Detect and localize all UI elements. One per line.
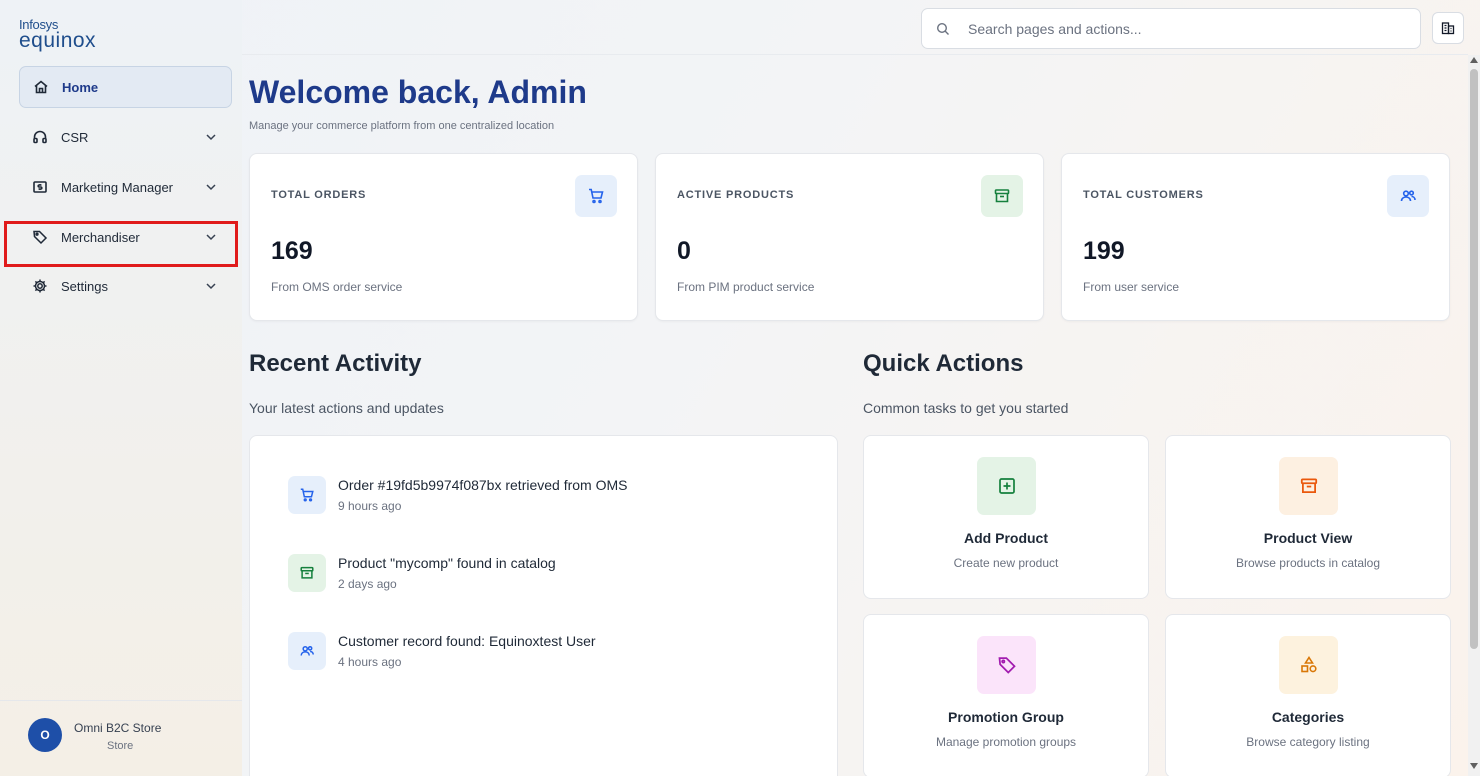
sidebar-item-marketing-manager[interactable]: Marketing Manager [19, 166, 232, 208]
store-type: Store [107, 740, 134, 752]
scroll-up-arrow-icon[interactable] [1470, 57, 1478, 63]
activity-time: 4 hours ago [338, 655, 402, 669]
sidebar-item-csr[interactable]: CSR [19, 116, 232, 158]
search-input[interactable] [968, 20, 1388, 37]
archive-icon [981, 175, 1023, 217]
quick-actions-subtitle: Common tasks to get you started [863, 400, 1069, 416]
chevron-down-icon [206, 134, 216, 141]
tag-icon [977, 636, 1036, 694]
activity-title[interactable]: Order #19fd5b9974f087bx retrieved from O… [338, 477, 628, 493]
page-title: Welcome back, Admin [249, 74, 587, 110]
headset-icon [31, 128, 49, 146]
cart-icon [288, 476, 326, 514]
recent-activity-subtitle: Your latest actions and updates [249, 400, 444, 416]
search-icon [936, 22, 949, 35]
scroll-down-arrow-icon[interactable] [1470, 763, 1478, 769]
archive-icon [288, 554, 326, 592]
activity-time: 9 hours ago [338, 499, 402, 513]
sidebar-item-label: Marketing Manager [61, 179, 173, 195]
plus-square-icon [977, 457, 1036, 515]
chevron-down-icon [206, 283, 216, 290]
stat-value: 199 [1083, 237, 1125, 265]
store-avatar[interactable]: O [28, 718, 62, 752]
cart-icon [575, 175, 617, 217]
header-divider [242, 54, 1468, 55]
quick-actions-title: Quick Actions [863, 350, 1024, 377]
quick-action-desc: Create new product [953, 556, 1059, 570]
users-icon [288, 632, 326, 670]
quick-action-add-product[interactable]: Add Product Create new product [863, 435, 1149, 599]
brand-line2: equinox [19, 29, 97, 52]
activity-title[interactable]: Customer record found: Equinoxtest User [338, 633, 596, 649]
page-subtitle: Manage your commerce platform from one c… [249, 120, 555, 132]
quick-action-product-view[interactable]: Product View Browse products in catalog [1165, 435, 1451, 599]
recent-activity-title: Recent Activity [249, 350, 422, 377]
store-name: Omni B2C Store [74, 721, 162, 735]
stat-label: TOTAL CUSTOMERS [1083, 189, 1204, 201]
stat-source: From user service [1083, 280, 1180, 294]
activity-time: 2 days ago [338, 577, 397, 591]
search-bar[interactable] [921, 8, 1421, 49]
stat-source: From PIM product service [677, 280, 815, 294]
highlight-annotation [4, 221, 238, 267]
dollar-icon [31, 178, 49, 196]
brand-logo[interactable]: Infosys equinox [19, 18, 96, 51]
quick-action-title: Product View [1263, 530, 1353, 546]
stat-label: TOTAL ORDERS [271, 189, 367, 201]
sidebar-item-label: Home [62, 79, 99, 95]
recent-activity-card: Order #19fd5b9974f087bx retrieved from O… [249, 435, 838, 776]
quick-action-categories[interactable]: Categories Browse category listing [1165, 614, 1451, 776]
stat-value: 0 [677, 237, 691, 265]
gear-icon [31, 277, 49, 295]
building-icon [1441, 22, 1455, 35]
quick-action-desc: Browse products in catalog [1235, 556, 1381, 570]
quick-action-title: Categories [1271, 709, 1345, 725]
quick-action-promotion-group[interactable]: Promotion Group Manage promotion groups [863, 614, 1149, 776]
quick-action-title: Promotion Group [948, 709, 1064, 725]
stat-label: ACTIVE PRODUCTS [677, 189, 795, 201]
activity-title[interactable]: Product "mycomp" found in catalog [338, 555, 556, 571]
sidebar-item-settings[interactable]: Settings [19, 265, 232, 307]
stat-value: 169 [271, 237, 313, 265]
scroll-thumb[interactable] [1470, 69, 1478, 649]
sidebar-item-home[interactable]: Home [19, 66, 232, 108]
stat-card-active-products: ACTIVE PRODUCTS 0 From PIM product servi… [655, 153, 1044, 321]
chevron-down-icon [206, 184, 216, 191]
sidebar: Infosys equinox Home CSR Marketing Manag… [0, 0, 242, 776]
quick-action-desc: Manage promotion groups [935, 735, 1077, 749]
home-icon [32, 78, 50, 96]
sidebar-item-label: CSR [61, 129, 89, 145]
quick-action-title: Add Product [964, 530, 1048, 546]
stat-source: From OMS order service [271, 280, 403, 294]
stat-card-total-customers: TOTAL CUSTOMERS 199 From user service [1061, 153, 1450, 321]
layout-toggle-button[interactable] [1432, 12, 1464, 44]
quick-action-desc: Browse category listing [1246, 735, 1370, 749]
shapes-icon [1279, 636, 1338, 694]
archive-icon [1279, 457, 1338, 515]
page-scrollbar[interactable] [1468, 55, 1480, 776]
sidebar-item-label: Settings [61, 278, 108, 294]
stat-card-total-orders: TOTAL ORDERS 169 From OMS order service [249, 153, 638, 321]
users-icon [1387, 175, 1429, 217]
